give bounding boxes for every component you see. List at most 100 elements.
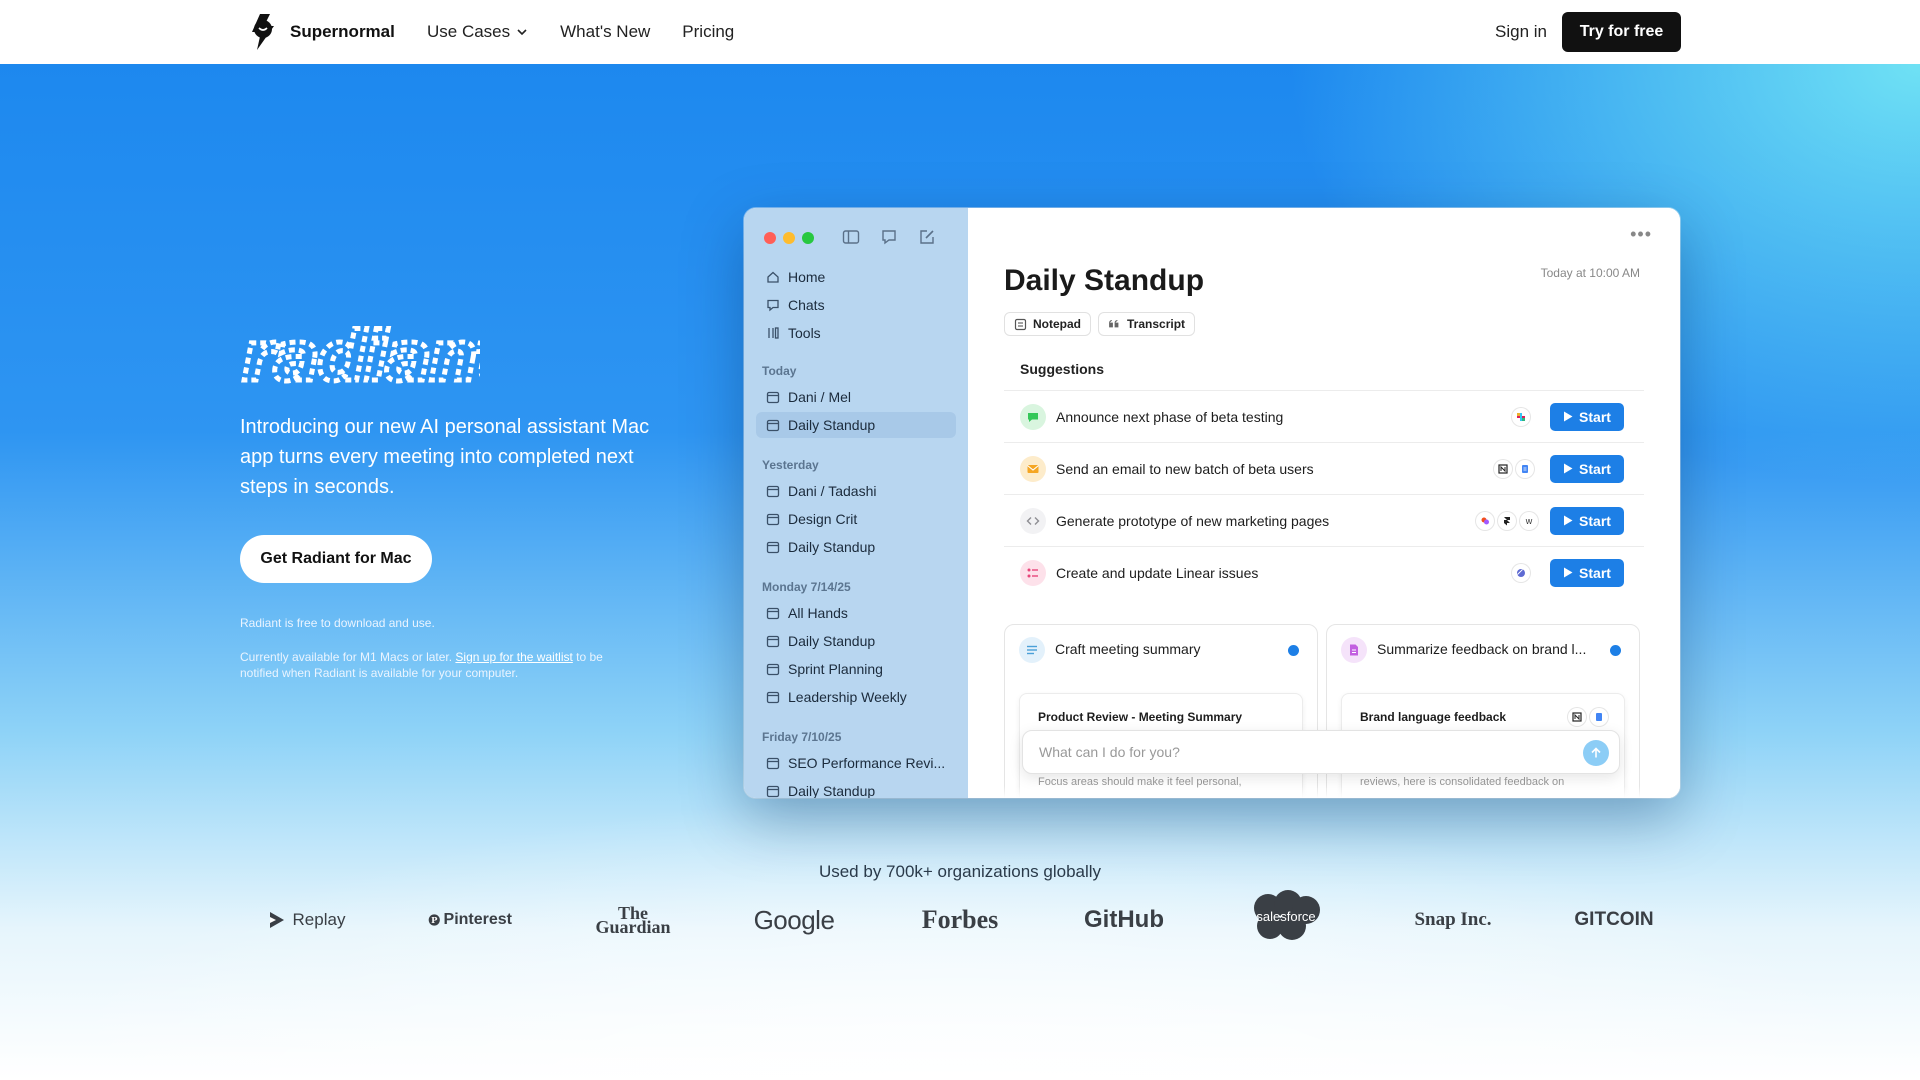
sidebar-meeting-item[interactable]: Daily Standup (756, 628, 956, 654)
summary-icon (1019, 637, 1045, 663)
sidebar-meeting-item[interactable]: Daily Standup (756, 778, 956, 798)
tab-transcript[interactable]: Transcript (1098, 312, 1196, 336)
sidebar-meeting-item[interactable]: Leadership Weekly (756, 684, 956, 710)
tools-icon (768, 327, 779, 339)
suggestion-text: Announce next phase of beta testing (1056, 408, 1284, 425)
quote-icon (1109, 319, 1119, 327)
envelope-icon (1020, 455, 1046, 482)
suggestion-text: Generate prototype of new marketing page… (1056, 512, 1330, 529)
sidebar-group-heading: Monday 7/14/25 (762, 580, 851, 594)
nav-pricing[interactable]: Pricing (682, 22, 734, 42)
waitlist-link[interactable]: Sign up for the waitlist (455, 650, 572, 664)
radiant-wordmark-logo: radiant (240, 322, 480, 394)
sidebar-meeting-item[interactable]: SEO Performance Revi... (756, 750, 956, 776)
minimize-window-button[interactable] (783, 232, 795, 244)
suggestion-row[interactable]: Announce next phase of beta testing Star… (1004, 390, 1644, 442)
sidebar-meeting-item[interactable]: Dani / Mel (756, 384, 956, 410)
sidebar-meeting-item[interactable]: Dani / Tadashi (756, 478, 956, 504)
more-options-icon[interactable]: ••• (1630, 224, 1652, 245)
get-radiant-button[interactable]: Get Radiant for Mac (240, 535, 432, 583)
app-window: Home Chats Tools Today Dani / Mel Daily … (744, 208, 1680, 798)
sidebar-meeting-item-active[interactable]: Daily Standup (756, 412, 956, 438)
sidebar-meeting-item[interactable]: Design Crit (756, 506, 956, 532)
sidebar-meeting-item[interactable]: Sprint Planning (756, 656, 956, 682)
calendar-icon (766, 663, 780, 676)
checklist-icon (1020, 559, 1046, 586)
slack-icon (1512, 407, 1530, 426)
preview-title: Product Review - Meeting Summary (1038, 710, 1243, 724)
linear-icon (1512, 563, 1530, 582)
close-window-button[interactable] (764, 232, 776, 244)
guardian-logo: The Guardian (595, 903, 671, 937)
calendar-icon (766, 419, 780, 432)
preview-title: Brand language feedback (1360, 710, 1507, 724)
play-icon (1564, 515, 1573, 526)
code-icon (1020, 507, 1046, 534)
pinterest-logo: P Pinterest (428, 900, 512, 940)
top-navbar: Supernormal Use Cases What's New Pricing… (0, 0, 1920, 64)
framer-icon (1498, 511, 1516, 530)
sidebar-meeting-item[interactable]: Daily Standup (756, 534, 956, 560)
gitcoin-logo: GITCOIN (1574, 909, 1654, 930)
nav-use-cases[interactable]: Use Cases (427, 22, 528, 42)
notion-icon (1568, 708, 1586, 726)
home-icon (767, 271, 779, 283)
availability-note: Currently available for M1 Macs or later… (240, 650, 603, 680)
main-panel: ••• Daily Standup Today at 10:00 AM Note… (968, 208, 1680, 798)
sidebar-meeting-item[interactable]: All Hands (756, 600, 956, 626)
github-logo: GitHub (1084, 906, 1164, 933)
zoom-window-button[interactable] (802, 232, 814, 244)
start-button[interactable]: Start (1550, 558, 1624, 587)
suggestion-row[interactable]: Generate prototype of new marketing page… (1004, 494, 1644, 546)
calendar-icon (766, 513, 780, 526)
sidebar-item-tools[interactable]: Tools (756, 320, 956, 346)
chevron-down-icon (517, 29, 527, 36)
sidebar-item-home[interactable]: Home (756, 264, 956, 290)
suggestion-row[interactable]: Send an email to new batch of beta users… (1004, 442, 1644, 494)
window-controls (764, 232, 814, 244)
notion-icon (1494, 459, 1512, 478)
suggestion-row[interactable]: Create and update Linear issues Start (1004, 546, 1644, 598)
brand-name: Supernormal (290, 22, 395, 41)
chat-bubble-icon (1020, 403, 1046, 430)
scroll-fade (968, 786, 1680, 798)
google-logo: Google (753, 904, 835, 935)
sidebar-item-chats[interactable]: Chats (756, 292, 956, 318)
start-button[interactable]: Start (1550, 454, 1624, 483)
status-dot (1610, 645, 1621, 656)
play-icon (1564, 411, 1573, 422)
figma-icon (1476, 511, 1494, 530)
google-docs-icon (1590, 708, 1608, 726)
google-docs-icon (1516, 459, 1534, 478)
compose-icon[interactable] (918, 228, 936, 246)
calendar-icon (766, 485, 780, 498)
sign-in-link[interactable]: Sign in (1495, 0, 1547, 64)
start-button[interactable]: Start (1550, 402, 1624, 431)
play-icon (1564, 463, 1573, 474)
svg-text:P: P (431, 915, 438, 925)
assistant-input[interactable]: What can I do for you? (1022, 730, 1620, 774)
snap-logo: Snap Inc. (1414, 909, 1492, 930)
pinterest-mark-icon: P (428, 914, 440, 926)
document-icon (1341, 637, 1367, 663)
free-note: Radiant is free to download and use. (240, 616, 435, 630)
svg-text:radiant: radiant (242, 322, 480, 394)
calendar-icon (766, 391, 780, 404)
sidebar-toggle-icon[interactable] (842, 228, 860, 246)
tab-notepad[interactable]: Notepad (1004, 312, 1091, 336)
play-icon (1564, 567, 1573, 578)
nav-whats-new[interactable]: What's New (560, 22, 650, 42)
webflow-icon: w (1520, 511, 1538, 530)
send-button[interactable] (1583, 740, 1609, 766)
chat-icon[interactable] (880, 228, 898, 246)
start-button[interactable]: Start (1550, 506, 1624, 535)
assistant-input-placeholder: What can I do for you? (1039, 744, 1180, 760)
brand[interactable]: Supernormal (246, 12, 395, 52)
calendar-icon (766, 541, 780, 554)
try-for-free-button[interactable]: Try for free (1562, 12, 1681, 52)
status-dot (1288, 645, 1299, 656)
replay-logo: Replay (262, 900, 350, 940)
sidebar-group-heading: Yesterday (762, 458, 819, 472)
used-by-heading: Used by 700k+ organizations globally (818, 862, 1102, 881)
hero-intro: Introducing our new AI personal assistan… (240, 416, 650, 498)
